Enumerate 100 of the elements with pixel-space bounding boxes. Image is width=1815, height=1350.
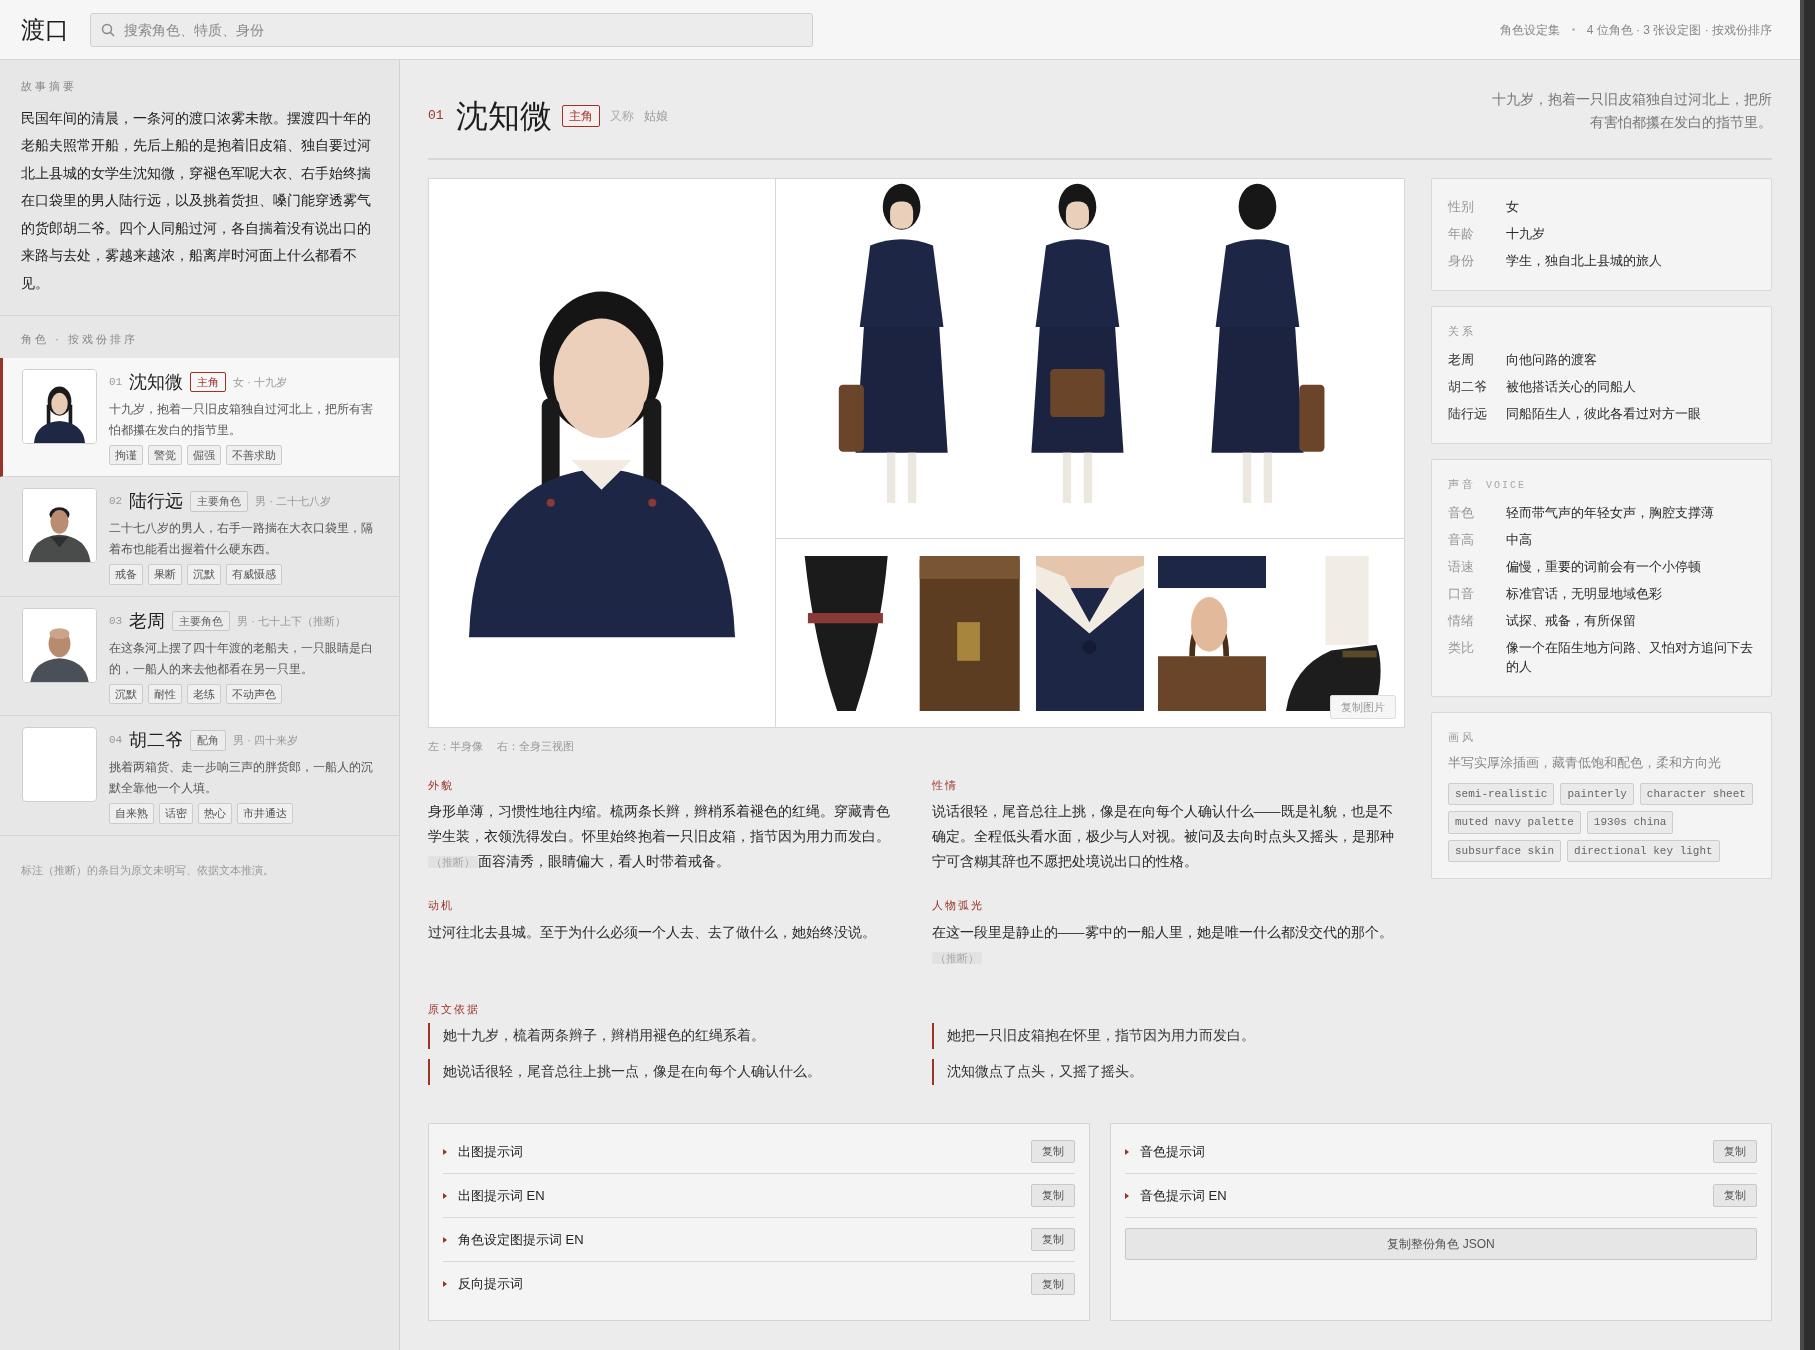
image-caption: 左：半身像 bbox=[428, 739, 483, 754]
character-meta: 男 · 七十上下（推断） bbox=[237, 613, 346, 629]
role-badge: 配角 bbox=[190, 730, 227, 751]
trait-tag: 耐性 bbox=[148, 683, 182, 704]
source-quote: 她把一只旧皮箱抱在怀里，指节因为用力而发白。 bbox=[931, 1023, 1405, 1049]
character-meta: 男 · 二十七八岁 bbox=[255, 494, 331, 510]
character-meta: 女 · 十九岁 bbox=[233, 374, 287, 390]
section-title: 人物弧光 bbox=[931, 898, 985, 913]
character-name: 陆行远 bbox=[129, 490, 184, 513]
trait-tag: 戒备 bbox=[109, 564, 143, 585]
field-label: 类比 bbox=[1448, 638, 1475, 657]
character-summary: 十九岁，抱着一只旧皮箱独自过河北上，把所有害怕都攥在发白的指节里。 bbox=[1491, 91, 1772, 132]
caret-icon bbox=[443, 1192, 447, 1199]
prompt-label: 角色设定图提示词 EN bbox=[458, 1230, 584, 1249]
source-quote: 她说话很轻，尾音总往上挑一点，像是在向每个人确认什么。 bbox=[428, 1059, 902, 1085]
trait-tag: 沉默 bbox=[187, 564, 221, 585]
field-label: 年龄 bbox=[1448, 225, 1475, 243]
field-value: 标准官话，无明显地域色彩 bbox=[1506, 584, 1663, 603]
section-title: 外貌 bbox=[428, 777, 455, 793]
trait-tag: 拘谨 bbox=[109, 444, 143, 465]
character-item[interactable]: 02 陆行远 主要角色 男 · 二十七八岁 二十七八岁的男人，右手一路揣在大衣口袋里，隔着布也能看出握着什么硬东西。 戒备 果断 沉默 有威慑感 bbox=[0, 477, 399, 597]
field-value: 像一个在陌生地方问路、又怕对方追问下去的人 bbox=[1506, 638, 1754, 676]
trait-tag: 倔强 bbox=[187, 444, 221, 465]
character-description: 挑着两箱货、走一步响三声的胖货郎，一船人的沉默全靠他一个人填。 bbox=[109, 759, 374, 797]
character-item[interactable]: 04 胡二爷 配角 男 · 四十来岁 挑着两箱货、走一步响三声的胖货郎，一船人的沉默全靠他一个人填。 自来熟 话密 热心 市井通达 bbox=[0, 716, 399, 836]
card-title: 声音 bbox=[1448, 476, 1476, 492]
card-title: 画风 bbox=[1448, 729, 1477, 745]
prompt-label: 音色提示词 bbox=[1140, 1142, 1205, 1161]
character-number: 01 bbox=[428, 107, 444, 126]
field-label: 性别 bbox=[1448, 198, 1475, 216]
trait-tag: 市井通达 bbox=[237, 803, 293, 824]
copy-button[interactable]: 复制 bbox=[1031, 1140, 1075, 1163]
app-title: 渡口 bbox=[21, 15, 70, 45]
character-number: 03 bbox=[109, 613, 123, 629]
copy-button[interactable]: 复制 bbox=[1031, 1272, 1075, 1296]
story-summary: 民国年间的清晨，一条河的渡口浓雾未散。摆渡四十年的老船夫照常开船，先后上船的是抱着旧皮箱、独自要过河北上县城的女学生沈知微，穿褪色军呢大衣、右手始终揣在口袋里的男人陆行远，以及挑着货担、嗓门能穿透雾气的货郎胡二爷。四个人同船过河，各自揣着没有说出口的来路与去处，雾越来越浓，船离岸时河面上什么都看不见。 bbox=[21, 109, 372, 293]
role-badge: 主要角色 bbox=[190, 491, 249, 512]
field-value: 被他搭话关心的同船人 bbox=[1506, 377, 1637, 396]
caret-icon bbox=[443, 1236, 447, 1243]
field-label: 陆行远 bbox=[1448, 404, 1488, 423]
style-description: 半写实厚涂插画，藏青低饱和配色，柔和方向光 bbox=[1448, 754, 1722, 772]
field-value: 十九岁 bbox=[1506, 225, 1546, 243]
character-name: 沈知微 bbox=[129, 370, 184, 394]
trait-tag: 果断 bbox=[148, 564, 182, 585]
field-value: 同船陌生人，彼此各看过对方一眼 bbox=[1506, 404, 1702, 423]
style-tag: painterly bbox=[1560, 782, 1634, 805]
card-subtitle: VOICE bbox=[1486, 478, 1526, 493]
copy-button[interactable]: 复制 bbox=[1031, 1184, 1075, 1207]
character-name: 胡二爷 bbox=[129, 729, 184, 752]
copy-json-button[interactable]: 复制整份角色 JSON bbox=[1125, 1228, 1757, 1260]
copy-button[interactable]: 复制 bbox=[1713, 1140, 1757, 1163]
field-label: 老周 bbox=[1448, 350, 1475, 369]
character-item[interactable]: 01 沈知微 主角 女 · 十九岁 十九岁，抱着一只旧皮箱独自过河北上，把所有害怕都攥在发白的指节里。 拘谨 警觉 倔强 不善求助 bbox=[0, 357, 399, 477]
section-text: 过河往北去县城。至于为什么必须一个人去、去了做什么，她始终没说。 bbox=[428, 923, 877, 942]
trait-tag: 热心 bbox=[198, 803, 232, 824]
role-badge: 主角 bbox=[561, 105, 600, 127]
caret-icon bbox=[443, 1148, 447, 1155]
character-description: 在这条河上摆了四十年渡的老船夫，一只眼睛是白的，一船人的来去他都看在另一只里。 bbox=[109, 639, 374, 678]
search-field[interactable]: 搜索角色、特质、身份 bbox=[90, 12, 813, 47]
copy-button[interactable]: 复制 bbox=[1713, 1184, 1757, 1207]
style-tag: 1930s china bbox=[1586, 811, 1674, 834]
trait-tag: 不善求助 bbox=[226, 444, 282, 465]
field-label: 语速 bbox=[1448, 557, 1475, 576]
role-badge: 主角 bbox=[190, 371, 227, 393]
field-value: 学生，独自北上县城的旅人 bbox=[1506, 252, 1663, 270]
field-value: 轻而带气声的年轻女声，胸腔支撑薄 bbox=[1506, 503, 1715, 522]
copy-button[interactable]: 复制 bbox=[1031, 1228, 1075, 1251]
prompt-label: 出图提示词 bbox=[458, 1142, 523, 1161]
field-label: 口音 bbox=[1448, 584, 1475, 603]
collection-meta: 4 位角色 · 3 张设定图 · 按戏份排序 bbox=[1586, 21, 1772, 39]
field-value: 向他问路的渡客 bbox=[1506, 350, 1598, 369]
character-name: 沈知微 bbox=[455, 97, 552, 136]
style-tag: subsurface skin bbox=[1448, 839, 1562, 862]
character-item[interactable]: 03 老周 主要角色 男 · 七十上下（推断） 在这条河上摆了四十年渡的老船夫，一只眼睛是白的，一船人的来去他都看在另一只里。 沉默 耐性 老练 不动声色 bbox=[0, 596, 399, 716]
section-title: 原文依据 bbox=[428, 1001, 481, 1017]
character-number: 02 bbox=[109, 494, 123, 510]
collection-label: 角色设定集 bbox=[1499, 21, 1560, 39]
field-value: 中高 bbox=[1506, 530, 1533, 549]
section-text: 说话很轻，尾音总往上挑，像是在向每个人确认什么——既是礼貌，也是不确定。全程低头看水面，极少与人对视。被问及去向时点头又摇头，是那种宁可含糊其辞也不愿把处境说出口的性格。 bbox=[931, 803, 1395, 871]
caret-icon bbox=[1125, 1148, 1129, 1155]
style-tag: muted navy palette bbox=[1448, 811, 1581, 834]
scrollbar[interactable] bbox=[1800, 0, 1815, 1350]
field-label: 胡二爷 bbox=[1448, 377, 1488, 396]
trait-tag: 老练 bbox=[187, 683, 221, 704]
alias: 姑娘 bbox=[643, 108, 668, 125]
character-number: 01 bbox=[109, 374, 123, 390]
trait-tag: 自来熟 bbox=[109, 803, 154, 824]
prompt-label: 反向提示词 bbox=[458, 1275, 523, 1294]
trait-tag: 话密 bbox=[159, 803, 193, 824]
field-value: 试探、戒备，有所保留 bbox=[1506, 611, 1637, 630]
trait-tag: 不动声色 bbox=[226, 683, 282, 704]
section-title: 动机 bbox=[428, 898, 455, 913]
prompt-label: 出图提示词 EN bbox=[458, 1186, 545, 1205]
caret-icon bbox=[1125, 1192, 1129, 1199]
source-quote: 她十九岁，梳着两条辫子，辫梢用褪色的红绳系着。 bbox=[428, 1023, 902, 1049]
character-name: 老周 bbox=[129, 609, 166, 633]
trait-tag: 有威慑感 bbox=[226, 564, 282, 585]
character-number: 04 bbox=[109, 733, 123, 749]
character-description: 十九岁，抱着一只旧皮箱独自过河北上，把所有害怕都攥在发白的指节里。 bbox=[109, 400, 374, 439]
field-label: 音高 bbox=[1448, 530, 1475, 549]
